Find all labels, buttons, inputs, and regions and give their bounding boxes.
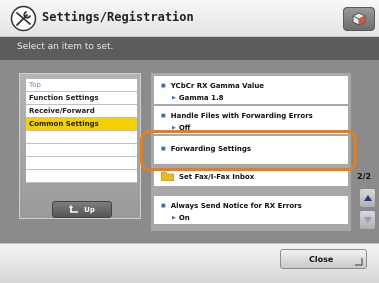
setting-label: Always Send Notice for RX Errors bbox=[161, 202, 302, 210]
setting-label: YCbCr RX Gamma Value bbox=[161, 82, 264, 90]
up-arrow-icon bbox=[69, 205, 79, 213]
tree-item-empty bbox=[26, 170, 137, 183]
header-bar: Settings/Registration bbox=[0, 0, 379, 37]
tree-item-receive-forward[interactable]: Receive/Forward bbox=[26, 105, 137, 118]
tree-item-function-settings[interactable]: Function Settings bbox=[26, 92, 137, 105]
folder-icon bbox=[161, 171, 174, 181]
scroll-up-icon bbox=[363, 195, 372, 201]
setting-value: Gamma 1.8 bbox=[172, 94, 224, 102]
setting-ycbcr-rx-gamma[interactable]: YCbCr RX Gamma Value Gamma 1.8 bbox=[154, 76, 348, 104]
setting-always-send-rx-error-notice[interactable]: Always Send Notice for RX Errors On bbox=[154, 196, 348, 224]
close-button[interactable]: Close bbox=[280, 249, 367, 269]
setting-label: Set Fax/I-Fax Inbox bbox=[179, 173, 255, 181]
up-button-label: Up bbox=[84, 205, 95, 214]
close-button-label: Close bbox=[309, 255, 334, 264]
page-title: Settings/Registration bbox=[42, 10, 194, 24]
up-button[interactable]: Up bbox=[52, 201, 112, 218]
scroll-down-button[interactable] bbox=[359, 210, 376, 230]
tree-item-empty bbox=[26, 157, 137, 170]
tree-item-empty bbox=[26, 144, 137, 157]
instruction-text: Select an item to set. bbox=[17, 42, 114, 52]
setting-value: On bbox=[172, 214, 190, 222]
scroll-up-button[interactable] bbox=[359, 188, 376, 208]
cube-icon bbox=[352, 12, 366, 26]
tree-item-common-settings[interactable]: Common Settings bbox=[26, 118, 137, 131]
tree-item-top[interactable]: Top bbox=[26, 79, 137, 92]
settings-screen: Settings/Registration Select an item to … bbox=[0, 0, 379, 283]
tree-list: Top Function Settings Receive/Forward Co… bbox=[26, 79, 137, 183]
tree-item-empty bbox=[26, 131, 137, 144]
scroll-down-icon bbox=[363, 217, 372, 223]
page-indicator: 2/2 bbox=[357, 172, 372, 181]
settings-tools-icon bbox=[10, 5, 37, 32]
header-menu-button[interactable] bbox=[343, 7, 375, 31]
highlight-annotation bbox=[140, 130, 357, 171]
instruction-bar: Select an item to set. bbox=[0, 37, 379, 60]
setting-label: Handle Files with Forwarding Errors bbox=[161, 112, 313, 120]
return-corner-icon bbox=[355, 258, 363, 266]
